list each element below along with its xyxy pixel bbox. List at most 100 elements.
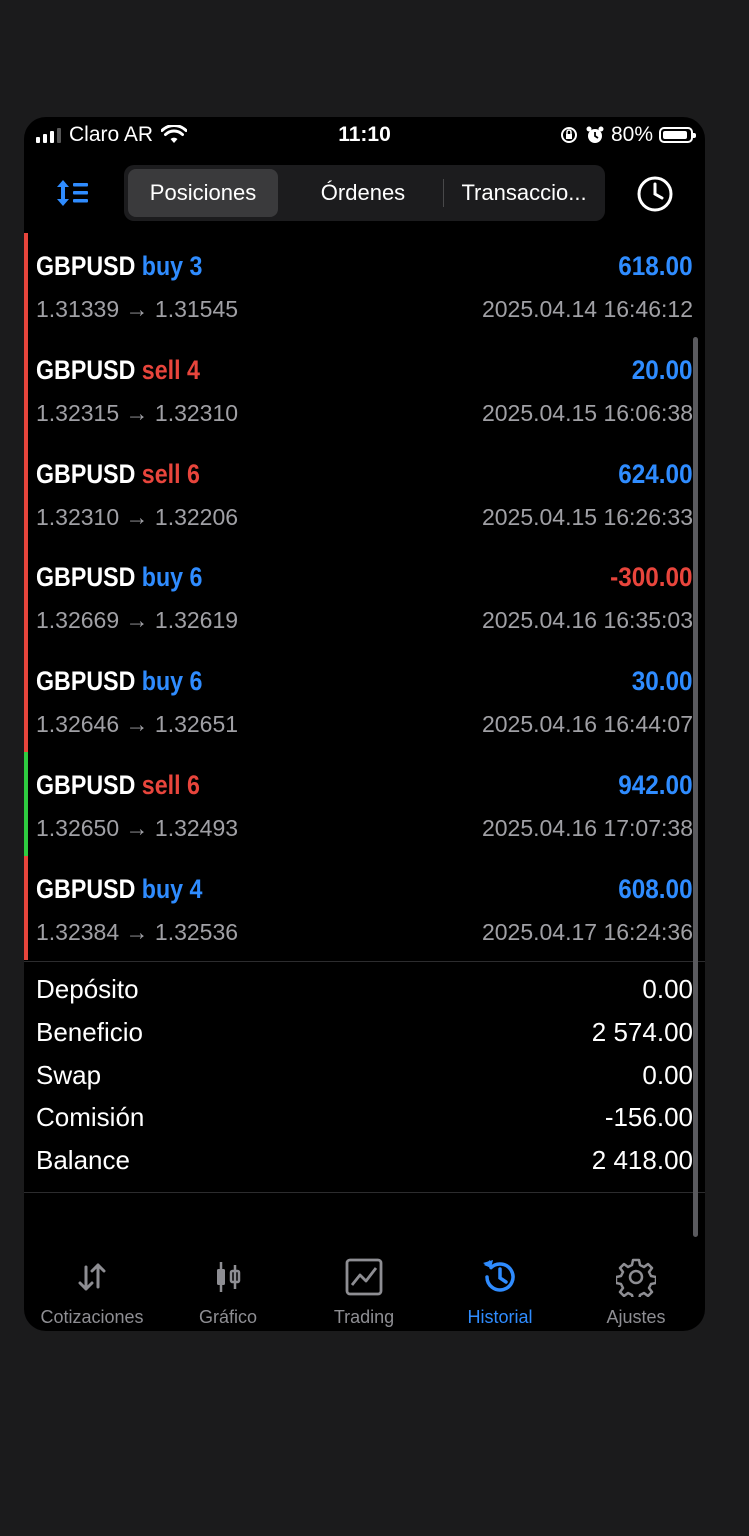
deal-title: GBPUSD buy 6 [36, 562, 202, 593]
deal-time: 2025.04.15 16:06:38 [481, 399, 693, 426]
deal-side: sell 6 [141, 769, 200, 800]
tab-label: Historial [467, 1307, 533, 1327]
segment-divider [443, 179, 444, 207]
deal-title: GBPUSD sell 4 [36, 355, 200, 386]
deal-prices: 1.31339 → 1.31545 [36, 296, 239, 322]
deal-symbol: GBPUSD [36, 354, 136, 385]
deal-indicator-bar [24, 751, 28, 856]
deal-symbol: GBPUSD [36, 769, 136, 800]
deal-indicator-bar [24, 648, 28, 752]
deal-time: 2025.04.16 16:35:03 [481, 607, 693, 634]
quotes-arrows-icon [78, 1263, 106, 1291]
summary-value: 2 418.00 [591, 1145, 693, 1176]
summary-label: Beneficio [36, 1016, 143, 1047]
deal-symbol: GBPUSD [36, 666, 136, 697]
summary-value: 0.00 [642, 974, 693, 1004]
deals-list: GBPUSD buy 3 618.00 1.31339 → 1.31545 2025.… [24, 233, 705, 960]
history-header: Posiciones Órdenes Transaccio... [24, 165, 705, 223]
clock-icon[interactable] [636, 175, 674, 213]
gear-icon [616, 1258, 656, 1297]
deal-symbol: GBPUSD [36, 251, 136, 281]
status-right: 80% [559, 123, 696, 147]
deal-row[interactable]: GBPUSD buy 3 618.00 1.31339 → 1.31545 2025.… [24, 233, 705, 337]
deal-side: buy 6 [141, 666, 203, 697]
deal-indicator-bar [24, 336, 28, 441]
tab-bar: Cotizaciones Gráfico Trading Historial A… [24, 1247, 705, 1331]
deal-profit: 942.00 [618, 769, 693, 800]
deal-symbol: GBPUSD [36, 873, 136, 904]
deal-indicator-bar [24, 440, 28, 545]
deal-row[interactable]: GBPUSD sell 6 942.00 1.32650 → 1.32493 2025… [24, 751, 705, 856]
deal-prices: 1.32310 → 1.32206 [36, 503, 239, 530]
tab-positions[interactable]: Posiciones [128, 169, 278, 217]
deal-profit: 608.00 [618, 873, 693, 904]
tab-trading[interactable]: Trading [296, 1247, 432, 1331]
tab-ajustes[interactable]: Ajustes [568, 1247, 704, 1331]
deal-indicator-bar [24, 544, 28, 649]
tab-orders[interactable]: Órdenes [288, 169, 438, 217]
deal-time: 2025.04.16 16:44:07 [481, 711, 693, 738]
trading-chart-icon [345, 1258, 383, 1296]
deal-title: GBPUSD buy 6 [36, 666, 202, 697]
deal-indicator-bar [24, 855, 28, 960]
status-bar: Claro AR 11:10 80% [24, 117, 705, 155]
deal-row[interactable]: GBPUSD buy 6 30.00 1.32646 → 1.32651 2025.0… [24, 648, 705, 752]
deal-side: sell 4 [141, 354, 200, 385]
candlestick-icon [217, 1262, 241, 1292]
deal-title: GBPUSD sell 6 [36, 459, 200, 490]
battery-icon [659, 127, 696, 143]
tab-historial[interactable]: Historial [432, 1247, 568, 1331]
deal-side: buy 4 [141, 873, 203, 904]
deal-prices: 1.32650 → 1.32493 [36, 814, 239, 841]
deal-side: sell 6 [141, 458, 200, 489]
deal-indicator-bar [24, 233, 28, 337]
summary-value: -156.00 [604, 1102, 693, 1133]
summary-value: 2 574.00 [591, 1016, 693, 1047]
summary-label: Comisión [36, 1102, 145, 1133]
divider [24, 1192, 705, 1193]
rotation-lock-icon [560, 127, 577, 143]
deal-time: 2025.04.17 16:24:36 [481, 918, 693, 945]
deal-profit: 618.00 [618, 251, 693, 281]
divider [24, 961, 705, 962]
tab-grafico[interactable]: Gráfico [160, 1247, 296, 1331]
scrollbar[interactable] [693, 337, 698, 1237]
deal-profit: 624.00 [618, 458, 693, 489]
deal-side: buy 3 [141, 251, 203, 281]
deal-prices: 1.32669 → 1.32619 [36, 607, 239, 634]
summary-label: Depósito [36, 974, 139, 1004]
deal-profit: -300.00 [610, 562, 693, 593]
deal-time: 2025.04.14 16:46:12 [481, 296, 693, 322]
summary-row: Beneficio 2 574.00 [24, 1013, 705, 1056]
battery-percent: 80% [610, 123, 653, 146]
history-icon [483, 1260, 515, 1292]
tab-cotizaciones[interactable]: Cotizaciones [24, 1247, 160, 1331]
deal-row[interactable]: GBPUSD buy 4 608.00 1.32384 → 1.32536 2025.… [24, 855, 705, 960]
alarm-icon [586, 126, 604, 143]
deal-profit: 30.00 [632, 666, 693, 697]
summary-row: Depósito 0.00 [24, 970, 705, 1013]
deal-symbol: GBPUSD [36, 458, 136, 489]
deal-row[interactable]: GBPUSD sell 6 624.00 1.32310 → 1.32206 2025… [24, 440, 705, 545]
summary-row: Balance 2 418.00 [24, 1141, 705, 1184]
summary-label: Swap [36, 1059, 102, 1090]
deal-title: GBPUSD sell 6 [36, 770, 200, 801]
app-screen: Claro AR 11:10 80% Posiciones Órdenes Tr… [24, 117, 705, 1331]
summary-value: 0.00 [642, 1059, 693, 1090]
deal-row[interactable]: GBPUSD sell 4 20.00 1.32315 → 1.32310 2025.… [24, 336, 705, 441]
deal-symbol: GBPUSD [36, 562, 136, 593]
deal-title: GBPUSD buy 4 [36, 874, 202, 905]
summary-row: Comisión -156.00 [24, 1098, 705, 1141]
deal-profit: 20.00 [632, 354, 693, 385]
deal-row[interactable]: GBPUSD buy 6 -300.00 1.32669 → 1.32619 2025… [24, 544, 705, 649]
tab-label: Gráfico [198, 1307, 258, 1327]
summary-label: Balance [36, 1145, 130, 1176]
summary-row: Swap 0.00 [24, 1056, 705, 1099]
tab-transactions[interactable]: Transaccio... [448, 169, 600, 217]
sort-icon[interactable] [54, 177, 90, 209]
deal-time: 2025.04.15 16:26:33 [481, 503, 693, 530]
tab-label: Ajustes [606, 1307, 666, 1327]
segmented-control: Posiciones Órdenes Transaccio... [124, 165, 605, 221]
deal-prices: 1.32384 → 1.32536 [36, 918, 239, 945]
deal-side: buy 6 [141, 562, 203, 593]
